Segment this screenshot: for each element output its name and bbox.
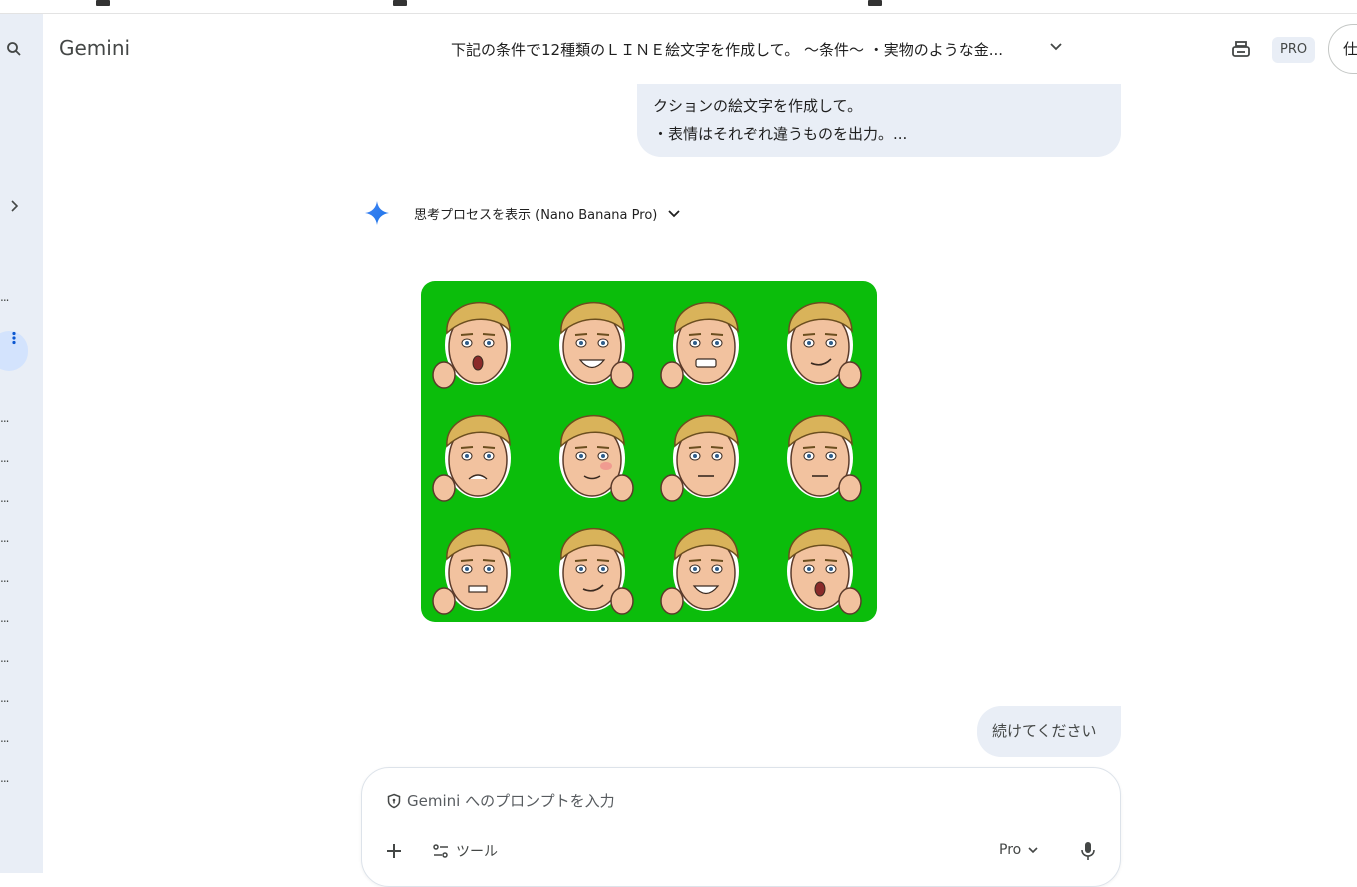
expand-sidebar-icon[interactable] xyxy=(0,192,28,220)
tools-icon xyxy=(433,844,448,858)
shield-icon xyxy=(387,793,401,808)
emoji-face xyxy=(660,415,739,502)
tools-button[interactable]: ツール xyxy=(432,841,498,861)
prompt-composer: Gemini へのプロンプトを入力 ツール Pro xyxy=(361,767,1121,887)
bookmark-icon[interactable] xyxy=(96,0,110,6)
top-bar: Gemini 下記の条件で12種類のＬＩＮＥ絵文字を作成して。 〜条件〜 ・実物… xyxy=(43,14,1357,84)
emoji-face xyxy=(559,528,634,615)
sidebar-chat-item[interactable]: ... xyxy=(0,691,10,705)
sidebar-chat-item[interactable]: ... xyxy=(0,611,10,625)
sidebar-chat-item[interactable]: ... xyxy=(0,771,10,785)
emoji-face xyxy=(559,302,634,389)
emoji-face xyxy=(432,528,511,615)
microphone-icon[interactable] xyxy=(1080,841,1096,865)
tools-label: ツール xyxy=(456,844,498,860)
emoji-face xyxy=(787,415,862,502)
print-icon[interactable] xyxy=(1230,39,1252,65)
bookmark-icon[interactable] xyxy=(393,0,407,6)
emoji-face xyxy=(787,528,862,615)
sidebar-rail: ... ... ... ... ... ... ... ... ... ... … xyxy=(0,14,43,873)
model-response-header: 思考プロセスを表示 (Nano Banana Pro) xyxy=(364,200,681,226)
thinking-toggle[interactable]: 思考プロセスを表示 (Nano Banana Pro) xyxy=(414,204,657,223)
conversation-title[interactable]: 下記の条件で12種類のＬＩＮＥ絵文字を作成して。 〜条件〜 ・実物のような金..… xyxy=(451,39,1003,60)
user-message: 続けてください xyxy=(977,706,1121,757)
user-message-line: ・表情はそれぞれ違うものを出力。... xyxy=(653,125,908,143)
user-message-line: クションの絵文字を作成して。 xyxy=(653,97,863,115)
sidebar-chat-item[interactable]: ... xyxy=(0,651,10,665)
sidebar-chat-item[interactable]: ... xyxy=(0,451,10,465)
avatar[interactable]: 仕 xyxy=(1328,24,1357,74)
emoji-face xyxy=(787,302,862,389)
app-title[interactable]: Gemini xyxy=(59,36,130,60)
model-label: Pro xyxy=(999,842,1022,858)
emoji-face xyxy=(660,302,739,389)
more-options-icon[interactable] xyxy=(0,324,28,352)
emoji-face xyxy=(432,415,511,502)
add-icon[interactable] xyxy=(384,841,404,865)
model-selector[interactable]: Pro xyxy=(999,842,1039,858)
chevron-down-icon[interactable] xyxy=(667,206,681,220)
gemini-sparkle-icon xyxy=(365,201,389,225)
emoji-face xyxy=(559,415,634,502)
sidebar-chat-item[interactable]: ... xyxy=(0,531,10,545)
bookmark-icon[interactable] xyxy=(868,0,882,6)
sidebar-chat-item[interactable]: ... xyxy=(0,491,10,505)
chevron-down-icon[interactable] xyxy=(1049,38,1063,57)
emoji-face xyxy=(432,302,511,389)
chevron-down-icon xyxy=(1028,847,1038,854)
emoji-face xyxy=(660,528,739,615)
browser-bookmark-strip xyxy=(0,0,1357,14)
sidebar-chat-item[interactable]: ... xyxy=(0,290,10,304)
sidebar-chat-item[interactable]: ... xyxy=(0,571,10,585)
sidebar-chat-item[interactable]: ... xyxy=(0,731,10,745)
sidebar-chat-item[interactable]: ... xyxy=(0,411,10,425)
user-message: クションの絵文字を作成して。 ・表情はそれぞれ違うものを出力。... xyxy=(637,84,1121,157)
plan-badge: PRO xyxy=(1272,37,1316,63)
search-icon[interactable] xyxy=(0,35,28,63)
prompt-placeholder: Gemini へのプロンプトを入力 xyxy=(407,792,615,810)
prompt-input[interactable]: Gemini へのプロンプトを入力 xyxy=(386,790,615,811)
generated-image[interactable] xyxy=(421,281,877,622)
